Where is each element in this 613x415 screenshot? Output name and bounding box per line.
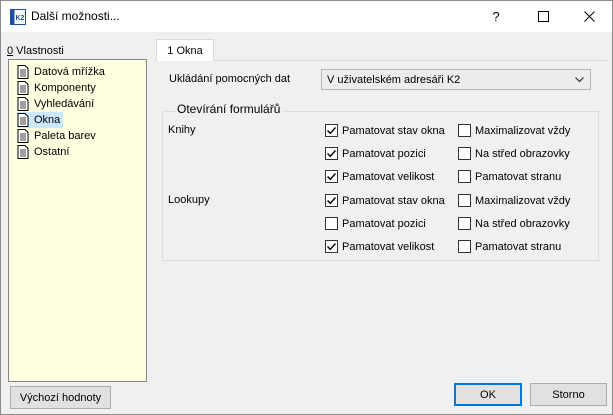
checkbox-unchecked[interactable]	[458, 170, 471, 183]
checkbox-checked[interactable]	[325, 240, 338, 253]
properties-label: 0 Vlastnosti	[7, 45, 64, 57]
cancel-button[interactable]: Storno	[530, 383, 607, 406]
checkbox-checked[interactable]	[325, 194, 338, 207]
checkbox-checked[interactable]	[325, 147, 338, 160]
checkmark-icon	[327, 173, 337, 181]
checkmark-icon	[327, 150, 337, 158]
checkbox-label: Maximalizovat vždy	[475, 124, 571, 137]
help-icon: ?	[492, 9, 500, 24]
checkbox-label: Pamatovat velikost	[342, 170, 435, 183]
checkbox-label: Pamatovat stranu	[475, 240, 562, 253]
document-icon	[17, 65, 29, 79]
books-checkbox[interactable]: Maximalizovat vždy	[458, 123, 570, 138]
checkmark-icon	[327, 243, 337, 251]
default-values-button[interactable]: Výchozí hodnoty	[10, 386, 111, 409]
tree-item-label: Komponenty	[34, 82, 96, 94]
close-button[interactable]	[566, 1, 612, 32]
k2-icon-text: K2	[16, 15, 25, 22]
k2-app-icon: K2	[10, 9, 26, 25]
checkbox-label: Maximalizovat vždy	[475, 194, 571, 207]
lookups-checkbox[interactable]: Pamatovat stranu	[458, 239, 561, 254]
checkbox-label: Pamatovat stav okna	[342, 194, 445, 207]
checkmark-icon	[327, 197, 337, 205]
checkmark-icon	[327, 127, 337, 135]
lookups-label: Lookupy	[168, 194, 210, 206]
document-icon	[17, 113, 29, 127]
tree-item-label: Paleta barev	[34, 130, 96, 142]
lookups-checkbox[interactable]: Pamatovat pozici	[325, 216, 426, 231]
books-label: Knihy	[168, 124, 196, 136]
checkbox-label: Pamatovat stranu	[475, 170, 562, 183]
checkbox-unchecked[interactable]	[458, 194, 471, 207]
group-title: Otevírání formulářů	[175, 102, 283, 116]
checkbox-unchecked[interactable]	[458, 147, 471, 160]
document-icon	[17, 145, 29, 159]
tree-item-komponenty[interactable]: Komponenty	[17, 80, 99, 96]
books-checkbox[interactable]: Pamatovat pozici	[325, 146, 426, 161]
checkbox-unchecked[interactable]	[458, 124, 471, 137]
checkbox-checked[interactable]	[325, 124, 338, 137]
checkbox-label: Na střed obrazovky	[475, 217, 570, 230]
checkbox-label: Pamatovat pozici	[342, 147, 426, 160]
close-icon	[583, 11, 595, 22]
checkbox-unchecked[interactable]	[325, 217, 338, 230]
lookups-checkbox[interactable]: Pamatovat velikost	[325, 239, 434, 254]
books-checkbox[interactable]: Pamatovat stranu	[458, 169, 561, 184]
storage-label: Ukládání pomocných dat	[169, 73, 291, 85]
tree-item-ostatni[interactable]: Ostatní	[17, 144, 72, 160]
tree-item-datova-mrizka[interactable]: Datová mřížka	[17, 64, 108, 80]
window-title: Další možnosti...	[31, 9, 120, 23]
books-checkbox[interactable]: Pamatovat stav okna	[325, 123, 445, 138]
lookups-checkbox[interactable]: Na střed obrazovky	[458, 216, 570, 231]
checkbox-label: Pamatovat velikost	[342, 240, 435, 253]
checkbox-label: Na střed obrazovky	[475, 147, 570, 160]
maximize-button[interactable]	[520, 1, 566, 32]
tree-item-label: Vyhledávání	[34, 98, 95, 110]
checkbox-label: Pamatovat pozici	[342, 217, 426, 230]
checkbox-checked[interactable]	[325, 170, 338, 183]
checkbox-label: Pamatovat stav okna	[342, 124, 445, 137]
title-bar[interactable]: K2 Další možnosti... ?	[1, 1, 612, 32]
document-icon	[17, 81, 29, 95]
tree-item-okna[interactable]: Okna	[17, 112, 64, 128]
storage-select-value: V uživatelském adresáři K2	[327, 73, 461, 86]
document-icon	[17, 129, 29, 143]
tree-item-label: Datová mřížka	[34, 66, 105, 78]
tree-item-label: Okna	[34, 114, 61, 126]
checkbox-unchecked[interactable]	[458, 240, 471, 253]
tree-item-paleta-barev[interactable]: Paleta barev	[17, 128, 99, 144]
help-button[interactable]: ?	[473, 1, 519, 32]
chevron-down-icon	[575, 77, 584, 83]
books-checkbox[interactable]: Na střed obrazovky	[458, 146, 570, 161]
maximize-icon	[537, 11, 549, 22]
checkbox-unchecked[interactable]	[458, 217, 471, 230]
dialog-window: K2 Další možnosti... ? 0 Vlastnosti Dato…	[0, 0, 613, 415]
storage-select[interactable]: V uživatelském adresáři K2	[321, 69, 591, 90]
books-checkbox[interactable]: Pamatovat velikost	[325, 169, 434, 184]
lookups-checkbox[interactable]: Pamatovat stav okna	[325, 193, 445, 208]
document-icon	[17, 97, 29, 111]
properties-tree[interactable]: Datová mřížka Komponenty Vyhledávání Okn…	[8, 59, 147, 382]
tab-okna[interactable]: 1 Okna	[156, 39, 214, 61]
properties-label-text: Vlastnosti	[13, 45, 64, 57]
lookups-checkbox[interactable]: Maximalizovat vždy	[458, 193, 570, 208]
ok-button[interactable]: OK	[454, 383, 522, 406]
tree-item-vyhledavani[interactable]: Vyhledávání	[17, 96, 97, 112]
tree-item-label: Ostatní	[34, 146, 70, 158]
